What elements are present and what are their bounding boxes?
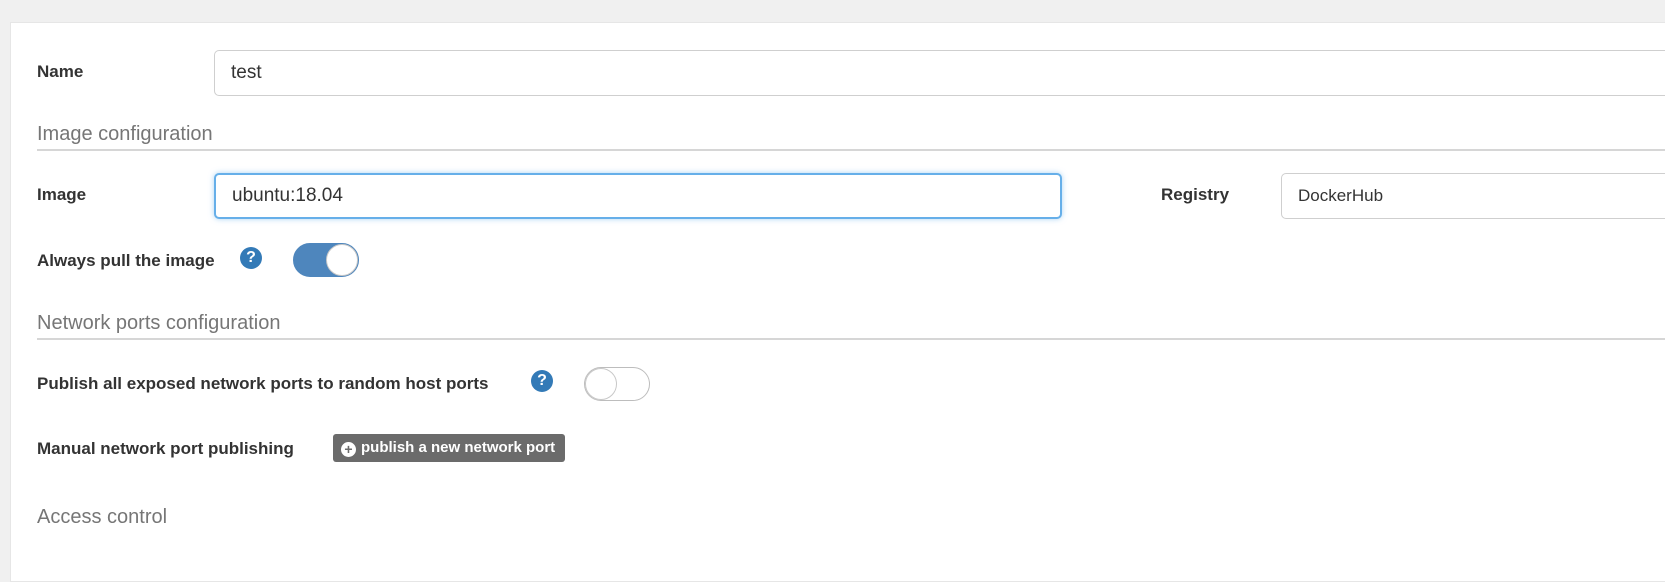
manual-publishing-label: Manual network port publishing bbox=[37, 439, 294, 458]
plus-circle-icon: + bbox=[341, 442, 356, 457]
access-control-title: Access control bbox=[37, 506, 168, 528]
image-configuration-divider bbox=[37, 149, 1665, 151]
question-circle-icon[interactable]: ? bbox=[240, 247, 262, 269]
image-label: Image bbox=[37, 185, 87, 204]
network-ports-configuration-title: Network ports configuration bbox=[37, 312, 281, 334]
always-pull-label: Always pull the image bbox=[37, 251, 215, 270]
publish-new-port-button[interactable]: + publish a new network port bbox=[333, 434, 566, 462]
name-input[interactable] bbox=[214, 50, 1665, 96]
container-form-panel: Name Image configuration Image Registry … bbox=[10, 22, 1665, 582]
toggle-knob bbox=[326, 244, 358, 276]
registry-selected-value: DockerHub bbox=[1298, 186, 1384, 205]
image-input[interactable] bbox=[214, 173, 1062, 219]
registry-label: Registry bbox=[1161, 185, 1230, 204]
network-ports-divider bbox=[37, 338, 1665, 340]
toggle-knob bbox=[585, 368, 617, 400]
always-pull-toggle[interactable] bbox=[293, 243, 359, 277]
publish-new-port-button-label: publish a new network port bbox=[361, 439, 556, 456]
registry-select[interactable]: DockerHub bbox=[1281, 173, 1665, 219]
name-label: Name bbox=[37, 62, 84, 81]
publish-all-label: Publish all exposed network ports to ran… bbox=[37, 374, 489, 393]
publish-all-toggle[interactable] bbox=[584, 367, 650, 401]
image-configuration-title: Image configuration bbox=[37, 123, 213, 145]
question-circle-icon[interactable]: ? bbox=[531, 370, 553, 392]
